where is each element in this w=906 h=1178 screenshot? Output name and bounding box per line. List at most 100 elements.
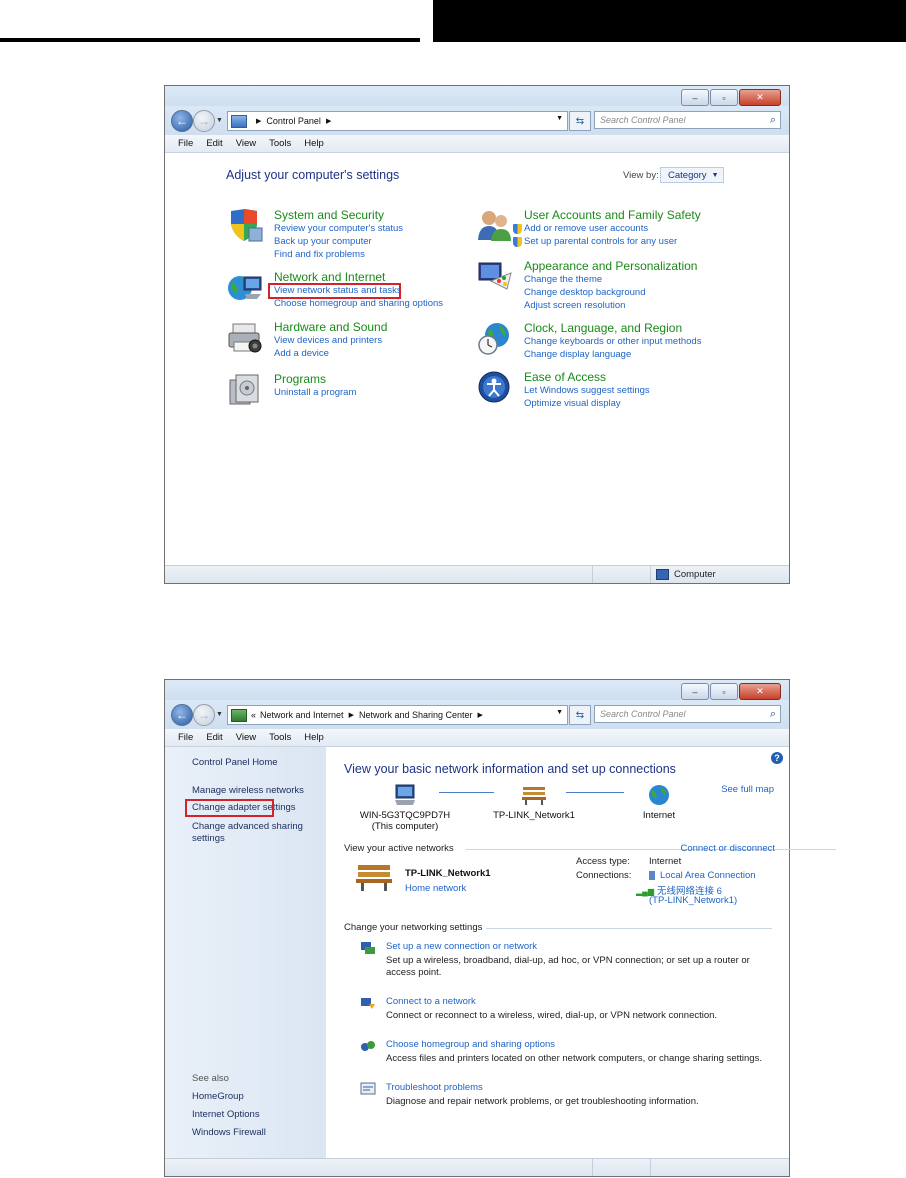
menu-view[interactable]: View xyxy=(236,732,256,743)
change-advanced-sharing-link-cont[interactable]: settings xyxy=(192,833,225,844)
category-link[interactable]: Uninstall a program xyxy=(274,387,356,398)
help-icon[interactable]: ? xyxy=(771,752,783,764)
address-bar[interactable]: ▶ Control Panel ▶ ▼ xyxy=(227,111,568,131)
category-link[interactable]: Optimize visual display xyxy=(524,398,621,409)
shield-icon xyxy=(231,209,263,242)
breadcrumb-network-internet[interactable]: Network and Internet xyxy=(260,710,344,720)
category-link[interactable]: Let Windows suggest settings xyxy=(524,385,650,396)
printer-speaker-icon xyxy=(228,323,262,353)
users-icon xyxy=(478,211,511,241)
connect-disconnect-link[interactable]: Connect or disconnect xyxy=(680,843,775,854)
search-input[interactable]: Search Control Panel ⌕ xyxy=(594,705,781,723)
network-name: TP-LINK_Network1 xyxy=(405,868,491,879)
category-title[interactable]: Network and Internet xyxy=(274,270,385,284)
view-by-label: View by: xyxy=(623,170,659,181)
internet-options-link[interactable]: Internet Options xyxy=(192,1109,260,1120)
breadcrumb-overflow[interactable]: « xyxy=(251,710,256,720)
category-link[interactable]: Change display language xyxy=(524,349,631,360)
category-title[interactable]: Hardware and Sound xyxy=(274,320,387,334)
display-palette-icon xyxy=(478,262,512,290)
chevron-right-icon[interactable]: ▶ xyxy=(349,711,354,719)
task-troubleshoot-link[interactable]: Troubleshoot problems xyxy=(386,1082,483,1093)
address-dropdown-icon[interactable]: ▼ xyxy=(556,115,563,122)
search-input[interactable]: Search Control Panel ⌕ xyxy=(594,111,781,129)
highlight-box xyxy=(185,799,274,817)
home-network-link[interactable]: Home network xyxy=(405,883,466,894)
computer-icon xyxy=(395,784,415,805)
close-button[interactable]: ✕ xyxy=(739,89,781,106)
wireless-connection-ssid[interactable]: (TP-LINK_Network1) xyxy=(649,895,737,906)
clock-globe-icon xyxy=(478,323,509,355)
minimize-button[interactable]: – xyxy=(681,683,709,700)
back-button[interactable]: ← xyxy=(171,110,193,132)
category-link[interactable]: Find and fix problems xyxy=(274,249,365,260)
address-bar[interactable]: « Network and Internet ▶ Network and Sha… xyxy=(227,705,568,725)
category-link[interactable]: Review your computer's status xyxy=(274,223,403,234)
local-area-connection-link[interactable]: Local Area Connection xyxy=(649,870,756,881)
category-link[interactable]: Add a device xyxy=(274,348,329,359)
header-right-block xyxy=(433,0,906,42)
maximize-button[interactable]: ▫ xyxy=(710,89,738,106)
control-panel-home-link[interactable]: Control Panel Home xyxy=(192,757,278,768)
forward-button[interactable]: → xyxy=(193,704,215,726)
menu-edit[interactable]: Edit xyxy=(206,732,222,743)
task-connect-network-link[interactable]: Connect to a network xyxy=(386,996,476,1007)
menu-view[interactable]: View xyxy=(236,138,256,149)
search-icon[interactable]: ⌕ xyxy=(770,114,776,127)
search-icon[interactable]: ⌕ xyxy=(770,708,776,721)
category-link[interactable]: Add or remove user accounts xyxy=(512,223,648,234)
category-link[interactable]: Set up parental controls for any user xyxy=(512,236,677,247)
recent-pages-dropdown-icon[interactable]: ▼ xyxy=(216,711,223,718)
search-placeholder: Search Control Panel xyxy=(600,709,686,719)
computer-icon xyxy=(656,569,669,580)
chevron-right-icon[interactable]: ▶ xyxy=(326,117,331,125)
category-title[interactable]: Clock, Language, and Region xyxy=(524,321,682,335)
see-full-map-link[interactable]: See full map xyxy=(721,784,774,795)
change-settings-label: Change your networking settings xyxy=(344,922,483,933)
category-title[interactable]: System and Security xyxy=(274,208,384,222)
homegroup-link[interactable]: HomeGroup xyxy=(192,1091,244,1102)
menu-help[interactable]: Help xyxy=(304,138,324,149)
category-link[interactable]: Back up your computer xyxy=(274,236,372,247)
troubleshoot-icon xyxy=(360,1082,376,1095)
chevron-right-icon[interactable]: ▶ xyxy=(256,117,261,125)
menu-tools[interactable]: Tools xyxy=(269,732,291,743)
menu-help[interactable]: Help xyxy=(304,732,324,743)
forward-button[interactable]: → xyxy=(193,110,215,132)
category-link[interactable]: Change desktop background xyxy=(524,287,645,298)
back-button[interactable]: ← xyxy=(171,704,193,726)
category-title[interactable]: Programs xyxy=(274,372,326,386)
programs-box-icon xyxy=(229,374,259,405)
view-by-select[interactable]: Category ▼ xyxy=(660,167,724,183)
task-homegroup-link[interactable]: Choose homegroup and sharing options xyxy=(386,1039,555,1050)
category-link[interactable]: Adjust screen resolution xyxy=(524,300,625,311)
category-link[interactable]: Change keyboards or other input methods xyxy=(524,336,701,347)
menu-file[interactable]: File xyxy=(178,138,193,149)
minimize-button[interactable]: – xyxy=(681,89,709,106)
refresh-button[interactable]: ⇆ xyxy=(569,705,591,725)
menu-tools[interactable]: Tools xyxy=(269,138,291,149)
chevron-right-icon[interactable]: ▶ xyxy=(478,711,483,719)
status-location: Computer xyxy=(656,569,716,580)
recent-pages-dropdown-icon[interactable]: ▼ xyxy=(216,117,223,124)
manage-wireless-networks-link[interactable]: Manage wireless networks xyxy=(192,785,304,796)
category-link[interactable]: View devices and printers xyxy=(274,335,382,346)
menu-edit[interactable]: Edit xyxy=(206,138,222,149)
refresh-button[interactable]: ⇆ xyxy=(569,111,591,131)
change-advanced-sharing-link[interactable]: Change advanced sharing xyxy=(192,821,303,832)
close-button[interactable]: ✕ xyxy=(739,683,781,700)
breadcrumb-network-sharing-center[interactable]: Network and Sharing Center xyxy=(359,710,473,720)
windows-firewall-link[interactable]: Windows Firewall xyxy=(192,1127,266,1138)
breadcrumb-control-panel[interactable]: Control Panel xyxy=(266,116,321,126)
category-title[interactable]: Appearance and Personalization xyxy=(524,259,697,273)
navigation-bar: ← → ▼ « Network and Internet ▶ Network a… xyxy=(165,700,789,729)
category-title[interactable]: Ease of Access xyxy=(524,370,606,384)
category-title[interactable]: User Accounts and Family Safety xyxy=(524,208,701,222)
category-link[interactable]: Choose homegroup and sharing options xyxy=(274,298,443,309)
network-node-name: TP-LINK_Network1 xyxy=(493,810,575,821)
menu-file[interactable]: File xyxy=(178,732,193,743)
maximize-button[interactable]: ▫ xyxy=(710,683,738,700)
category-link[interactable]: Change the theme xyxy=(524,274,602,285)
task-setup-connection-link[interactable]: Set up a new connection or network xyxy=(386,941,537,952)
address-dropdown-icon[interactable]: ▼ xyxy=(556,709,563,716)
